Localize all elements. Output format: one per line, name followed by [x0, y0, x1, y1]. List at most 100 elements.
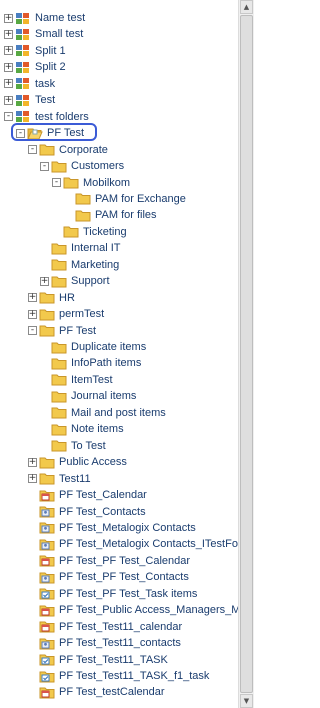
folder-icon	[39, 308, 55, 321]
expand-icon[interactable]: +	[4, 46, 13, 56]
tree-item-label: To Test	[71, 439, 106, 452]
tree-item[interactable]: + Split 2	[4, 59, 66, 75]
tree-item-label: Split 2	[35, 61, 66, 74]
tree-item[interactable]: PAM for files	[64, 207, 157, 223]
tree-item[interactable]: - Customers	[40, 158, 124, 174]
tree-item[interactable]: PF Test_Test11_calendar	[28, 619, 182, 635]
folder-icon	[51, 275, 67, 288]
tree-item[interactable]: ItemTest	[40, 372, 113, 388]
folder-tree: + Name test + Small test + Split 1 + Split 2 + ta…	[0, 0, 238, 708]
tree-item-label: PF Test_Public Access_Managers_Meetings	[59, 604, 238, 617]
tree-item-label: permTest	[59, 308, 105, 321]
tree-item[interactable]: PAM for Exchange	[64, 191, 186, 207]
expand-icon[interactable]: +	[40, 276, 49, 286]
site-icon	[15, 44, 31, 57]
tree-item[interactable]: + Test11	[28, 471, 91, 487]
tree-item[interactable]: + Support	[40, 273, 110, 289]
tree-item-label: Test11	[59, 472, 91, 485]
folder-icon	[51, 373, 67, 386]
tree-item-label: Journal items	[71, 390, 137, 403]
folder-icon	[51, 406, 67, 419]
tree-item[interactable]: PF Test_PF Test_Calendar	[28, 553, 190, 569]
tree-item[interactable]: + Public Access	[28, 454, 127, 470]
tree-item[interactable]: - PF Test	[28, 323, 96, 339]
collapse-icon[interactable]: -	[4, 112, 13, 122]
folder-icon	[51, 341, 67, 354]
collapse-icon[interactable]: -	[28, 326, 37, 336]
tree-item[interactable]: PF Test_PF Test_Task items	[28, 586, 197, 602]
task-folder-icon	[39, 670, 55, 683]
collapse-icon[interactable]: -	[40, 161, 49, 171]
calendar-folder-icon	[39, 554, 55, 567]
expand-icon[interactable]: +	[4, 29, 13, 39]
tree-item[interactable]: PF Test_Test11_contacts	[28, 635, 181, 651]
tree-item[interactable]: Marketing	[40, 257, 119, 273]
tree-item[interactable]: Duplicate items	[40, 339, 146, 355]
tree-item-label: Customers	[71, 160, 125, 173]
expand-icon[interactable]: +	[4, 62, 13, 72]
tree-item[interactable]: + task	[4, 76, 55, 92]
tree-item-label: Split 1	[35, 44, 66, 57]
tree-item[interactable]: InfoPath items	[40, 355, 141, 371]
task-folder-icon	[39, 587, 55, 600]
tree-item-label: Ticketing	[83, 225, 127, 238]
tree-item[interactable]: + permTest	[28, 306, 104, 322]
tree-item-label: Mobilkom	[83, 176, 131, 189]
tree-item[interactable]: PF Test_PF Test_Contacts	[28, 569, 189, 585]
calendar-folder-icon	[39, 604, 55, 617]
tree-item[interactable]: + Name test	[4, 10, 85, 26]
expand-icon[interactable]: +	[4, 95, 13, 105]
tree-item-label: PF Test_PF Test_Contacts	[59, 571, 189, 584]
tree-item-label: PF Test_Test11_calendar	[59, 620, 183, 633]
tree-item[interactable]: Ticketing	[52, 224, 127, 240]
folder-icon	[75, 192, 91, 205]
collapse-icon[interactable]: -	[52, 178, 61, 187]
expand-icon[interactable]: +	[28, 457, 37, 467]
tree-item-label: Name test	[35, 12, 86, 24]
expand-icon[interactable]: +	[4, 79, 13, 89]
tree-item-label: PF Test_Test11_TASK_f1_task	[59, 670, 210, 682]
arrow-up-icon[interactable]: ▲	[240, 0, 253, 14]
tree-item-label: Support	[71, 275, 110, 288]
tree-item-label: Marketing	[71, 258, 120, 271]
tree-item[interactable]: PF Test_Public Access_Managers_Meetings	[28, 602, 238, 618]
folder-icon	[63, 176, 79, 189]
tree-item-label: PAM for files	[95, 209, 157, 222]
collapse-icon[interactable]: -	[28, 145, 37, 155]
tree-item[interactable]: PF Test_Metalogix Contacts	[28, 520, 196, 536]
tree-item[interactable]: - Mobilkom	[52, 175, 130, 191]
arrow-down-icon[interactable]: ▼	[240, 694, 253, 708]
tree-item-label: Duplicate items	[71, 341, 147, 353]
tree-item[interactable]: To Test	[40, 438, 106, 454]
tree-item[interactable]: PF Test_Metalogix Contacts_ITestFolder	[28, 536, 238, 552]
tree-item[interactable]: Journal items	[40, 388, 136, 404]
tree-item-label: PF Test_testCalendar	[59, 686, 165, 699]
tree-item[interactable]: PF Test_Test11_TASK	[28, 652, 168, 668]
tree-item[interactable]: Mail and post items	[40, 405, 166, 421]
tree-item[interactable]: + Split 1	[4, 43, 66, 59]
site-icon	[15, 61, 31, 74]
tree-item[interactable]: PF Test_Test11_TASK_f1_task	[28, 668, 209, 684]
tree-item[interactable]: PF Test_Contacts	[28, 504, 146, 520]
scrollbar-thumb[interactable]	[240, 15, 253, 693]
vertical-scrollbar[interactable]: ▲ ▼	[238, 0, 254, 708]
expand-icon[interactable]: +	[4, 13, 13, 23]
tree-item-label: Note items	[71, 423, 124, 436]
tree-item-label: Small test	[35, 28, 84, 41]
expand-icon[interactable]: +	[28, 474, 37, 484]
tree-item[interactable]: - Corporate	[28, 142, 108, 158]
expand-icon[interactable]: +	[28, 309, 37, 319]
tree-item[interactable]: PF Test_testCalendar	[28, 684, 165, 700]
tree-item-label: InfoPath items	[71, 357, 142, 370]
tree-item[interactable]: PF Test_Calendar	[28, 487, 147, 503]
tree-item[interactable]: Note items	[40, 421, 124, 437]
folder-icon	[51, 160, 67, 173]
tree-item-label: PAM for Exchange	[95, 192, 186, 205]
tree-item[interactable]: Internal IT	[40, 240, 121, 256]
tree-item-label: PF Test_Metalogix Contacts_ITestFolder	[59, 538, 238, 551]
tree-item[interactable]: + HR	[28, 290, 75, 306]
site-icon	[15, 28, 31, 41]
tree-item[interactable]: + Test	[4, 92, 55, 108]
expand-icon[interactable]: +	[28, 293, 37, 303]
tree-item[interactable]: + Small test	[4, 26, 83, 42]
